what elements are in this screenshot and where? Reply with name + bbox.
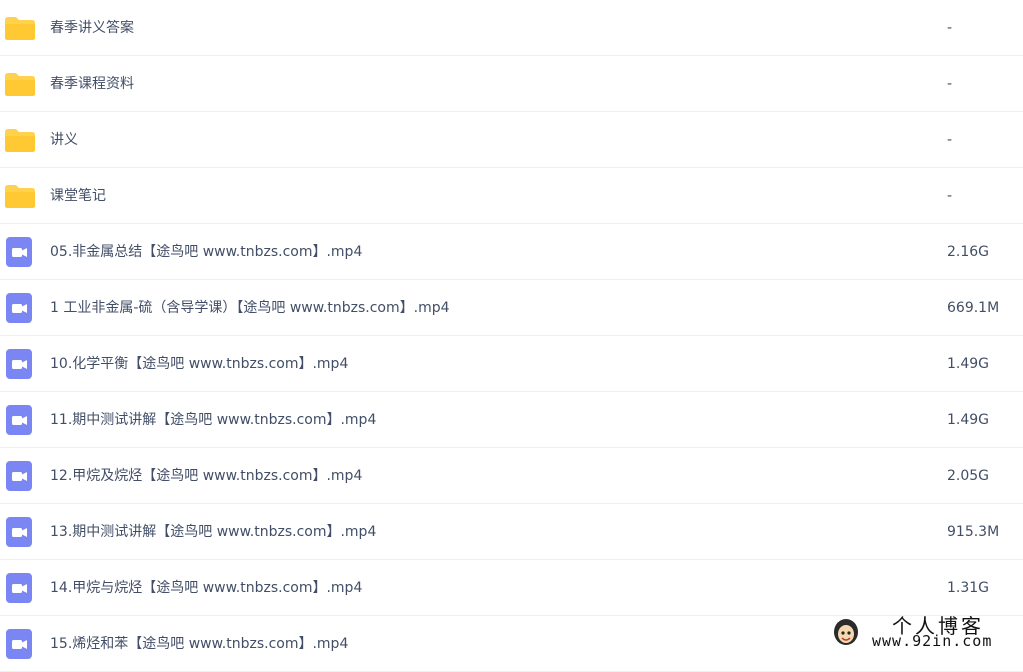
video-file-icon [4, 516, 36, 548]
list-item[interactable]: 1 工业非金属-硫（含导学课）【途鸟吧 www.tnbzs.com】.mp4 6… [0, 280, 1023, 336]
video-file-icon [4, 236, 36, 268]
file-size: 1.31G [947, 580, 990, 596]
file-name[interactable]: 1 工业非金属-硫（含导学课）【途鸟吧 www.tnbzs.com】.mp4 [50, 280, 450, 336]
list-item[interactable]: 10.化学平衡【途鸟吧 www.tnbzs.com】.mp4 1.49G [0, 336, 1023, 392]
file-name[interactable]: 12.甲烷及烷烃【途鸟吧 www.tnbzs.com】.mp4 [50, 448, 362, 504]
file-name[interactable]: 14.甲烷与烷烃【途鸟吧 www.tnbzs.com】.mp4 [50, 560, 362, 616]
file-name[interactable]: 13.期中测试讲解【途鸟吧 www.tnbzs.com】.mp4 [50, 504, 376, 560]
folder-icon [4, 124, 36, 156]
watermark: 个人博客 www.92in.com [828, 610, 1018, 652]
file-name[interactable]: 10.化学平衡【途鸟吧 www.tnbzs.com】.mp4 [50, 336, 348, 392]
avatar-icon [832, 616, 860, 646]
file-size: - [947, 76, 953, 92]
list-item[interactable]: 春季课程资料 - [0, 56, 1023, 112]
file-size: 1.49G [947, 412, 990, 428]
video-file-icon [4, 628, 36, 660]
file-name[interactable]: 11.期中测试讲解【途鸟吧 www.tnbzs.com】.mp4 [50, 392, 376, 448]
file-name[interactable]: 05.非金属总结【途鸟吧 www.tnbzs.com】.mp4 [50, 224, 362, 280]
video-file-icon [4, 572, 36, 604]
file-name[interactable]: 春季课程资料 [50, 56, 134, 112]
video-file-icon [4, 404, 36, 436]
file-size: 669.1M [947, 300, 1000, 316]
list-item[interactable]: 12.甲烷及烷烃【途鸟吧 www.tnbzs.com】.mp4 2.05G [0, 448, 1023, 504]
video-file-icon [4, 460, 36, 492]
list-item[interactable]: 讲义 - [0, 112, 1023, 168]
file-size: - [947, 188, 953, 204]
file-name[interactable]: 讲义 [50, 112, 78, 168]
folder-icon [4, 180, 36, 212]
file-name[interactable]: 15.烯烃和苯【途鸟吧 www.tnbzs.com】.mp4 [50, 616, 348, 672]
file-list: 春季讲义答案 - 春季课程资料 - 讲义 - 课堂笔记 - 05.非金属总结【途… [0, 0, 1023, 672]
file-name[interactable]: 课堂笔记 [50, 168, 106, 224]
folder-icon [4, 68, 36, 100]
file-size: 2.16G [947, 244, 990, 260]
file-name[interactable]: 春季讲义答案 [50, 0, 134, 56]
file-size: 1.49G [947, 356, 990, 372]
list-item[interactable]: 05.非金属总结【途鸟吧 www.tnbzs.com】.mp4 2.16G [0, 224, 1023, 280]
file-size: - [947, 20, 953, 36]
file-size: 2.05G [947, 468, 990, 484]
list-item[interactable]: 14.甲烷与烷烃【途鸟吧 www.tnbzs.com】.mp4 1.31G [0, 560, 1023, 616]
list-item[interactable]: 春季讲义答案 - [0, 0, 1023, 56]
file-size: 915.3M [947, 524, 1000, 540]
video-file-icon [4, 292, 36, 324]
video-file-icon [4, 348, 36, 380]
list-item[interactable]: 课堂笔记 - [0, 168, 1023, 224]
list-item[interactable]: 13.期中测试讲解【途鸟吧 www.tnbzs.com】.mp4 915.3M [0, 504, 1023, 560]
folder-icon [4, 12, 36, 44]
list-item[interactable]: 11.期中测试讲解【途鸟吧 www.tnbzs.com】.mp4 1.49G [0, 392, 1023, 448]
file-size: - [947, 132, 953, 148]
watermark-url: www.92in.com [872, 632, 993, 650]
